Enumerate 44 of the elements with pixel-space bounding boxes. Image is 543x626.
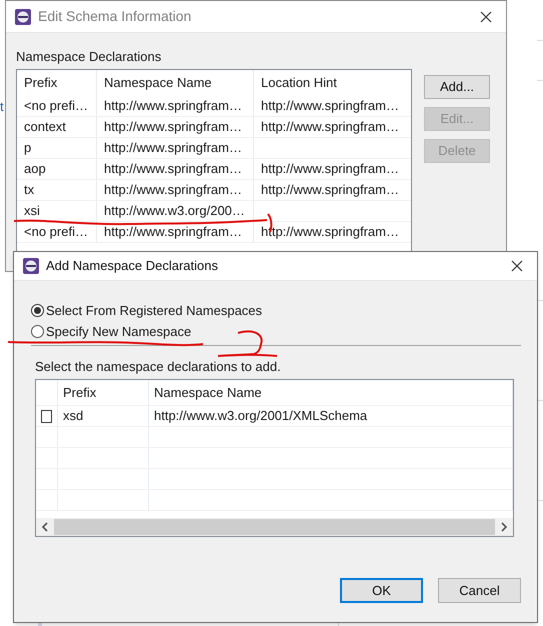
radio-button[interactable] (31, 304, 44, 318)
text-fragment: t (0, 100, 4, 113)
dialog-button[interactable]: Cancel (438, 578, 521, 603)
table-cell-text: http://www.springfram… (261, 181, 399, 200)
table-cell-text: p (24, 139, 32, 158)
column-header: Namespace Name (104, 74, 212, 92)
option-label: Select From Registered Namespaces (46, 302, 262, 320)
scrollbar-thumb[interactable] (54, 519, 495, 535)
column-header: Location Hint (261, 74, 337, 92)
table-cell-text: xsi (24, 202, 40, 220)
section-label: Namespace Declarations (16, 48, 162, 66)
window-title: Add Namespace Declarations (46, 257, 218, 276)
column-header: Prefix (63, 384, 96, 402)
window-title: Edit Schema Information (38, 7, 192, 26)
close-icon[interactable] (511, 260, 523, 272)
close-icon[interactable] (480, 10, 492, 22)
table-cell-text: <no prefi… (24, 223, 88, 242)
table-cell-text: tx (24, 181, 34, 200)
table-cell-text: http://www.springfram… (104, 181, 242, 200)
table-cell-text: http://www.springfram… (104, 97, 242, 116)
table-cell-text: http://www.w3.org/2001/XMLSchema (154, 407, 368, 426)
app-icon (22, 257, 40, 275)
dialog-button[interactable]: Add... (424, 75, 490, 99)
table-cell-text: http://www.springfram… (261, 97, 399, 116)
table-cell-text: http://www.springfram… (261, 118, 399, 136)
table-cell-text: http://www.springfram… (261, 160, 399, 178)
column-header: Namespace Name (154, 384, 262, 402)
table-cell-text: http://www.springfram… (104, 223, 242, 242)
radio-button[interactable] (31, 325, 44, 338)
table-cell-text: xsd (63, 407, 84, 426)
instruction-text: Select the namespace declarations to add. (35, 358, 281, 376)
table-cell-text: http://www.springfram… (104, 139, 242, 158)
dialog-button[interactable]: OK (340, 578, 423, 603)
table-cell-text: http://www.springfram… (104, 160, 242, 178)
app-icon (14, 8, 32, 26)
table-cell-text: context (24, 118, 66, 136)
table-cell-text: aop (24, 160, 46, 178)
table-cell-text: http://www.springfram… (104, 118, 242, 136)
table-cell-text: http://www.springfram… (261, 223, 399, 242)
table-cell-text: http://www.w3.org/200… (104, 202, 245, 220)
checkbox[interactable] (41, 410, 52, 422)
table-cell-text: <no prefi… (24, 97, 88, 116)
column-header: Prefix (24, 74, 58, 92)
option-label: Specify New Namespace (46, 323, 192, 341)
